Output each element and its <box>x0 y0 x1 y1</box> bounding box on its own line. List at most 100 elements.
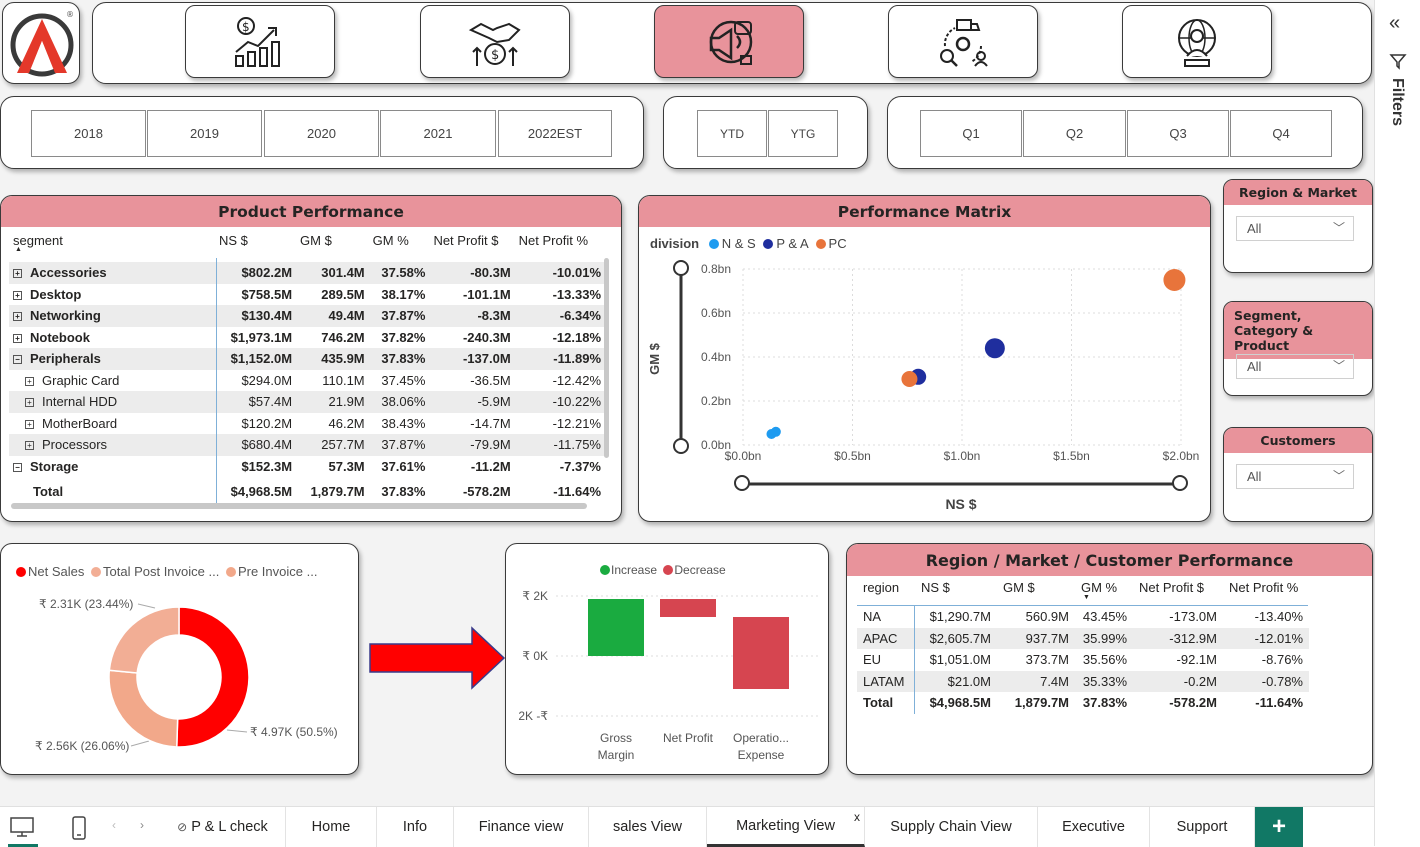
cell-ns: $680.4M <box>215 434 297 456</box>
col-net-profit-pct[interactable]: Net Profit % <box>1223 577 1309 606</box>
close-tab-icon[interactable]: x <box>854 810 860 824</box>
col-gm[interactable]: GM $ <box>296 229 369 262</box>
col-region[interactable]: region <box>857 577 915 606</box>
col-net-profit[interactable]: Net Profit $ <box>429 229 514 262</box>
year-2018-button[interactable]: 2018 <box>31 110 146 157</box>
col-gm-pct[interactable]: GM % ▼ <box>1075 577 1133 606</box>
cell-np: -101.1M <box>462 286 511 302</box>
expand-icon[interactable]: + <box>25 398 34 408</box>
matrix-row[interactable]: + MotherBoard $120.2M 46.2M 38.43% -14.7M -12.… <box>9 413 605 435</box>
col-gm[interactable]: GM $ <box>997 577 1075 606</box>
hidden-page-icon: ⊘ <box>177 820 188 834</box>
collapse-icon[interactable]: − <box>13 355 22 365</box>
matrix-row[interactable]: − Peripherals $1,152.0M 435.9M 37.83% -137.0M… <box>9 348 605 370</box>
donut-slice-pre[interactable] <box>108 669 179 748</box>
x-range-slider-handle-left[interactable] <box>734 475 750 491</box>
cell-ns: $21.0M <box>947 673 991 689</box>
region-row[interactable]: LATAM $21.0M 7.4M 35.33% -0.2M -0.78% <box>857 670 1309 692</box>
global-person-icon <box>1178 18 1216 67</box>
matrix-row[interactable]: + Accessories $802.2M 301.4M 37.58% -80.3M -10… <box>9 262 605 284</box>
expand-icon[interactable]: + <box>25 441 34 451</box>
tab-sales-view[interactable]: sales View <box>589 807 707 847</box>
col-net-profit-pct[interactable]: Net Profit % <box>515 229 605 262</box>
customers-dropdown[interactable]: All ﹀ <box>1236 464 1354 489</box>
scatter-point-pa[interactable] <box>984 338 1005 359</box>
expand-icon[interactable]: + <box>13 333 22 343</box>
region-row[interactable]: NA $1,290.7M 560.9M 43.45% -173.0M -13.40% <box>857 606 1309 628</box>
matrix-row[interactable]: + Notebook $1,973.1M 746.2M 37.82% -240.3M -12… <box>9 327 605 349</box>
row-label: + Accessories <box>9 262 215 284</box>
col-gm-pct[interactable]: GM % <box>369 229 430 262</box>
year-2020-button[interactable]: 2020 <box>264 110 379 157</box>
y-range-slider-handle-top[interactable] <box>673 260 689 276</box>
year-2022est-button[interactable]: 2022EST <box>498 110 612 157</box>
cell-gmp: 38.17% <box>381 286 426 302</box>
horizontal-scrollbar[interactable] <box>11 503 587 509</box>
matrix-row[interactable]: + Processors $680.4M 257.7M 37.87% -79.9M -11.… <box>9 434 605 456</box>
scatter-point-pc[interactable] <box>1163 269 1186 291</box>
tab-pl-check[interactable]: ⊘ P & L check <box>160 807 286 847</box>
finance-nav-button[interactable]: $ <box>185 5 335 78</box>
mobile-view-icon[interactable] <box>68 815 90 846</box>
tab-finance-view[interactable]: Finance view <box>454 807 589 847</box>
matrix-row[interactable]: + Internal HDD $57.4M 21.9M 38.06% -5.9M -10.2… <box>9 391 605 413</box>
marketing-nav-button[interactable] <box>654 5 804 78</box>
segment-dropdown[interactable]: All ﹀ <box>1236 354 1354 379</box>
tab-supply-chain-view[interactable]: Supply Chain View <box>865 807 1038 847</box>
year-2019-button[interactable]: 2019 <box>147 110 262 157</box>
supply-chain-nav-button[interactable] <box>888 5 1038 78</box>
expand-icon[interactable]: + <box>13 290 22 300</box>
tab-scroll-right-icon[interactable]: › <box>140 818 144 832</box>
matrix-row[interactable]: + Desktop $758.5M 289.5M 38.17% -101.1M -13.33… <box>9 284 605 306</box>
report-canvas: ® $ $ 2018 2019 2020 2021 2022EST YTD YT… <box>0 0 1374 806</box>
q2-button[interactable]: Q2 <box>1023 110 1126 157</box>
vertical-scrollbar[interactable] <box>604 258 609 458</box>
tab-info[interactable]: Info <box>377 807 454 847</box>
executive-nav-button[interactable] <box>1122 5 1272 78</box>
add-page-button[interactable]: + <box>1255 807 1303 847</box>
page-tabs-bar: ‹ › ⊘ P & L check Home Info Finance view … <box>0 806 1374 847</box>
col-net-profit[interactable]: Net Profit $ <box>1133 577 1223 606</box>
waterfall-bar-decrease[interactable] <box>660 599 716 617</box>
expand-filters-icon[interactable]: « <box>1389 12 1400 35</box>
tab-executive[interactable]: Executive <box>1038 807 1150 847</box>
filters-pane-collapsed[interactable]: « Filters <box>1374 0 1420 846</box>
collapse-icon[interactable]: − <box>13 462 22 472</box>
matrix-row[interactable]: − Storage $152.3M 57.3M 37.61% -11.2M -7.37% <box>9 456 605 478</box>
q3-button[interactable]: Q3 <box>1127 110 1229 157</box>
y-range-slider-handle-bottom[interactable] <box>673 438 689 454</box>
region-performance-matrix: region NS $ GM $ GM % ▼ Net Profit $ Net … <box>857 577 1309 714</box>
desktop-view-icon[interactable] <box>8 815 38 847</box>
product-performance-title: Product Performance <box>1 196 621 227</box>
waterfall-bar-increase[interactable] <box>588 599 644 656</box>
expand-icon[interactable]: + <box>25 419 34 429</box>
expand-icon[interactable]: + <box>13 269 22 279</box>
tab-home[interactable]: Home <box>286 807 377 847</box>
tab-support[interactable]: Support <box>1150 807 1255 847</box>
region-row[interactable]: EU $1,051.0M 373.7M 35.56% -92.1M -8.76% <box>857 649 1309 671</box>
q4-button[interactable]: Q4 <box>1230 110 1332 157</box>
tab-scroll-left-icon[interactable]: ‹ <box>112 818 116 832</box>
scatter-point-pc[interactable] <box>901 371 918 387</box>
scatter-point-ns[interactable] <box>770 426 781 437</box>
col-ns[interactable]: NS $ <box>915 577 997 606</box>
region-row[interactable]: APAC $2,605.7M 937.7M 35.99% -312.9M -12.01% <box>857 627 1309 649</box>
ytg-button[interactable]: YTG <box>768 110 838 157</box>
tab-marketing-view[interactable]: Marketing View x <box>707 807 865 847</box>
region-market-dropdown[interactable]: All ﹀ <box>1236 216 1354 241</box>
expand-icon[interactable]: + <box>25 376 34 386</box>
expand-icon[interactable]: + <box>13 312 22 322</box>
x-range-slider-handle-right[interactable] <box>1172 475 1188 491</box>
year-2021-button[interactable]: 2021 <box>380 110 496 157</box>
donut-slice-total[interactable] <box>108 606 180 674</box>
matrix-row[interactable]: + Networking $130.4M 49.4M 37.87% -8.3M -6.34% <box>9 305 605 327</box>
q1-button[interactable]: Q1 <box>920 110 1022 157</box>
col-ns[interactable]: NS $ <box>215 229 296 262</box>
ytd-button[interactable]: YTD <box>697 110 767 157</box>
matrix-row[interactable]: + Graphic Card $294.0M 110.1M 37.45% -36.5M -1… <box>9 370 605 392</box>
waterfall-bar-decrease[interactable] <box>733 617 789 689</box>
cell-gmp: 37.61% <box>381 458 426 474</box>
sales-nav-button[interactable]: $ <box>420 5 570 78</box>
col-segment[interactable]: segment ▲ <box>9 229 215 262</box>
donut-slice-net[interactable] <box>175 606 250 748</box>
